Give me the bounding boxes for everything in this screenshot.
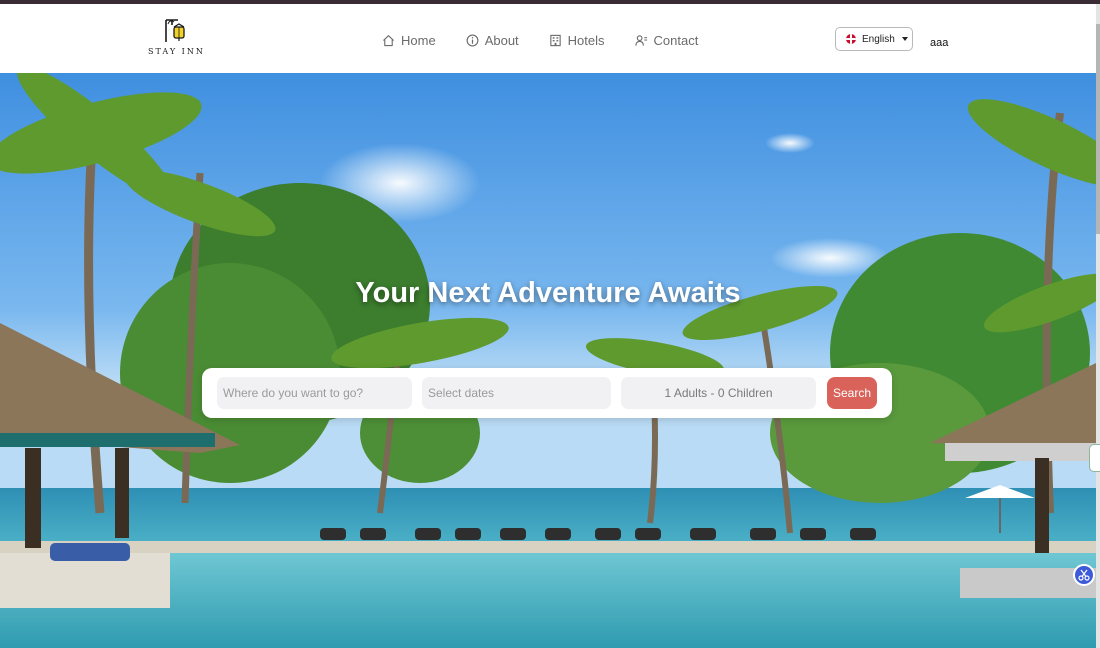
uk-flag-icon: [846, 34, 856, 44]
nav-item-hotels[interactable]: Hotels: [549, 33, 605, 48]
hero-banner: Your Next Adventure Awaits: [0, 73, 1096, 648]
hero-headline: Your Next Adventure Awaits: [355, 277, 741, 309]
user-menu[interactable]: aaa: [930, 37, 948, 49]
side-widget-tab[interactable]: [1089, 444, 1100, 472]
hero-background-image: [0, 73, 1096, 648]
scissors-icon: [1078, 569, 1090, 581]
search-panel: Where do you want to go? Select dates 1 …: [202, 368, 892, 418]
search-button[interactable]: Search: [827, 377, 877, 409]
dates-input[interactable]: Select dates: [422, 377, 611, 409]
main-nav: Home About Hotels Contact: [382, 30, 728, 50]
page-scrollbar[interactable]: [1096, 4, 1100, 648]
guests-selector[interactable]: 1 Adults - 0 Children: [621, 377, 816, 409]
brand-name: STAY INN: [148, 47, 205, 56]
nav-item-home[interactable]: Home: [382, 33, 436, 48]
lantern-logo-icon: [165, 19, 185, 42]
nav-item-label: About: [484, 32, 519, 48]
navbar: STAY INN Home About Hotels Contact Engli…: [0, 4, 1100, 73]
nav-item-about[interactable]: About: [466, 33, 519, 48]
building-icon: [549, 34, 561, 46]
chevron-down-icon: [901, 37, 908, 41]
brand-logo[interactable]: STAY INN: [148, 16, 204, 60]
scrollbar-thumb[interactable]: [1096, 24, 1100, 234]
nav-item-label: Home: [401, 32, 436, 48]
home-icon: [383, 34, 394, 46]
nav-item-label: Contact: [653, 32, 699, 48]
nav-item-contact[interactable]: Contact: [634, 32, 699, 48]
destination-input[interactable]: Where do you want to go?: [217, 377, 412, 409]
nav-item-label: Hotels: [567, 32, 605, 48]
contact-icon: [634, 34, 647, 46]
language-selector[interactable]: English: [835, 27, 913, 51]
info-icon: [466, 34, 479, 46]
language-label: English: [862, 33, 895, 45]
floating-assistant-button[interactable]: [1073, 564, 1095, 586]
